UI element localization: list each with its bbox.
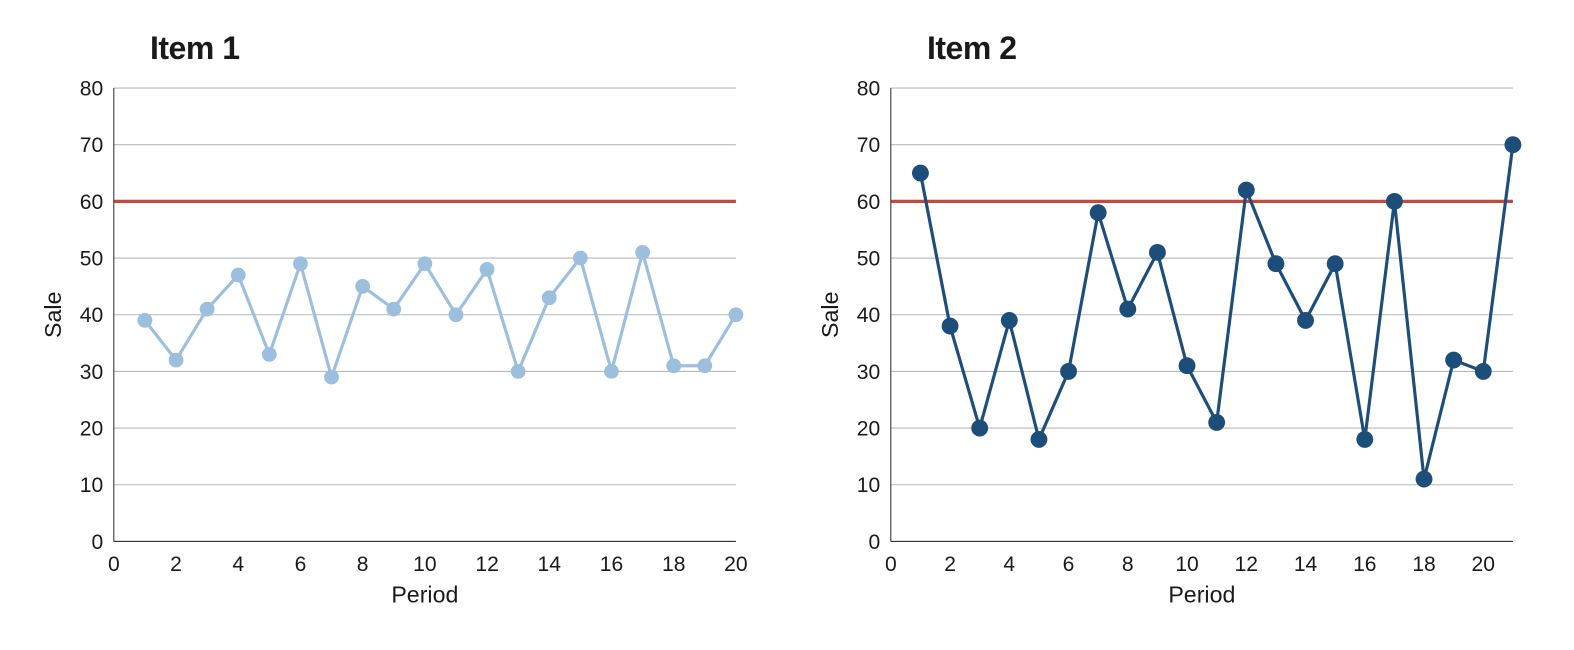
data-point [1119,301,1136,318]
svg-text:30: 30 [80,361,103,384]
data-point [262,347,277,362]
svg-text:0: 0 [108,553,120,576]
svg-text:14: 14 [1294,553,1318,576]
svg-text:10: 10 [857,474,880,497]
data-point [635,245,650,260]
data-point [1327,255,1344,272]
svg-text:50: 50 [857,247,880,270]
svg-text:20: 20 [857,417,880,440]
data-point [1090,204,1107,221]
y-axis-label: Sale [817,292,843,338]
data-point [604,364,619,379]
data-point [480,262,495,277]
svg-text:70: 70 [80,134,103,157]
data-point [386,302,401,317]
data-point [666,358,681,373]
data-point [138,313,153,328]
data-point [942,318,959,335]
data-point [1416,471,1433,488]
svg-text:12: 12 [475,553,498,576]
svg-text:10: 10 [413,553,436,576]
data-point [1267,255,1284,272]
chart-area: 0 10 20 30 40 50 60 70 80 0 2 4 6 8 10 12 14 16 18 20 Sale Pe… [40,75,757,628]
svg-text:40: 40 [857,304,880,327]
data-point [1297,312,1314,329]
chart-title: Item 2 [927,30,1534,67]
x-axis-label: Period [1168,582,1235,608]
chart-panel-1: Item 1 0 10 20 30 40 50 60 70 80 0 2 4 6 8 10 12 14 16 18 2… [40,30,757,620]
data-point [511,364,526,379]
data-point [1060,363,1077,380]
data-point [1445,352,1462,369]
svg-text:40: 40 [80,304,103,327]
svg-text:10: 10 [80,474,103,497]
x-axis-label: Period [391,582,458,608]
tick-labels: 0 10 20 30 40 50 60 70 80 0 2 4 6 8 10 12 14 16 18 20 [80,77,748,576]
data-point [697,358,712,373]
svg-text:16: 16 [1353,553,1376,576]
svg-text:30: 30 [857,361,880,384]
data-point [1179,357,1196,374]
svg-text:14: 14 [538,553,562,576]
data-point [293,256,308,271]
data-point [1475,363,1492,380]
data-point [1386,193,1403,210]
data-point [449,307,464,322]
svg-text:4: 4 [232,553,244,576]
y-axis-label: Sale [40,292,66,338]
data-point [417,256,432,271]
svg-text:20: 20 [724,553,747,576]
chart-svg: 0 10 20 30 40 50 60 70 80 0 2 4 6 8 10 12 14 16 18 20 Sale Pe… [40,75,757,628]
svg-text:60: 60 [857,191,880,214]
svg-text:80: 80 [80,77,103,100]
svg-text:0: 0 [885,553,897,576]
data-point [1208,414,1225,431]
data-point [1238,182,1255,199]
svg-text:0: 0 [869,531,881,554]
svg-text:70: 70 [857,134,880,157]
data-point [169,353,184,368]
data-point [355,279,370,294]
data-point [1030,431,1047,448]
data-point [324,370,339,385]
svg-text:2: 2 [170,553,182,576]
data-point [542,290,557,305]
svg-text:4: 4 [1003,553,1015,576]
chart-svg: 0 10 20 30 40 50 60 70 80 0 2 4 6 8 10 12 14 16 18 20 Sale Pe… [817,75,1534,628]
svg-text:20: 20 [80,417,103,440]
data-point [200,302,215,317]
svg-text:20: 20 [1472,553,1495,576]
charts-row: Item 1 010203040506070800246810121416182… [0,0,1574,650]
data-point [231,268,246,283]
svg-text:8: 8 [357,553,369,576]
svg-text:50: 50 [80,247,103,270]
svg-text:60: 60 [80,191,103,214]
svg-text:8: 8 [1122,553,1134,576]
svg-text:6: 6 [1063,553,1075,576]
chart-panel-2: Item 2 0 10 20 30 40 50 60 70 80 0 2 4 6 8 10 12 14 16 18 2… [817,30,1534,620]
svg-text:16: 16 [600,553,623,576]
data-point [729,307,744,322]
svg-text:0: 0 [92,531,104,554]
svg-text:12: 12 [1235,553,1258,576]
data-point [1356,431,1373,448]
svg-text:10: 10 [1175,553,1198,576]
svg-text:18: 18 [1412,553,1435,576]
data-point [1001,312,1018,329]
svg-text:80: 80 [857,77,880,100]
svg-text:18: 18 [662,553,685,576]
data-point [912,165,929,182]
data-point [1504,136,1521,153]
chart-title: Item 1 [150,30,757,67]
data-point [1149,244,1166,261]
svg-text:6: 6 [295,553,307,576]
data-point [573,251,588,266]
svg-text:2: 2 [944,553,956,576]
data-point [971,420,988,437]
chart-area: 0 10 20 30 40 50 60 70 80 0 2 4 6 8 10 12 14 16 18 20 Sale Pe… [817,75,1534,628]
